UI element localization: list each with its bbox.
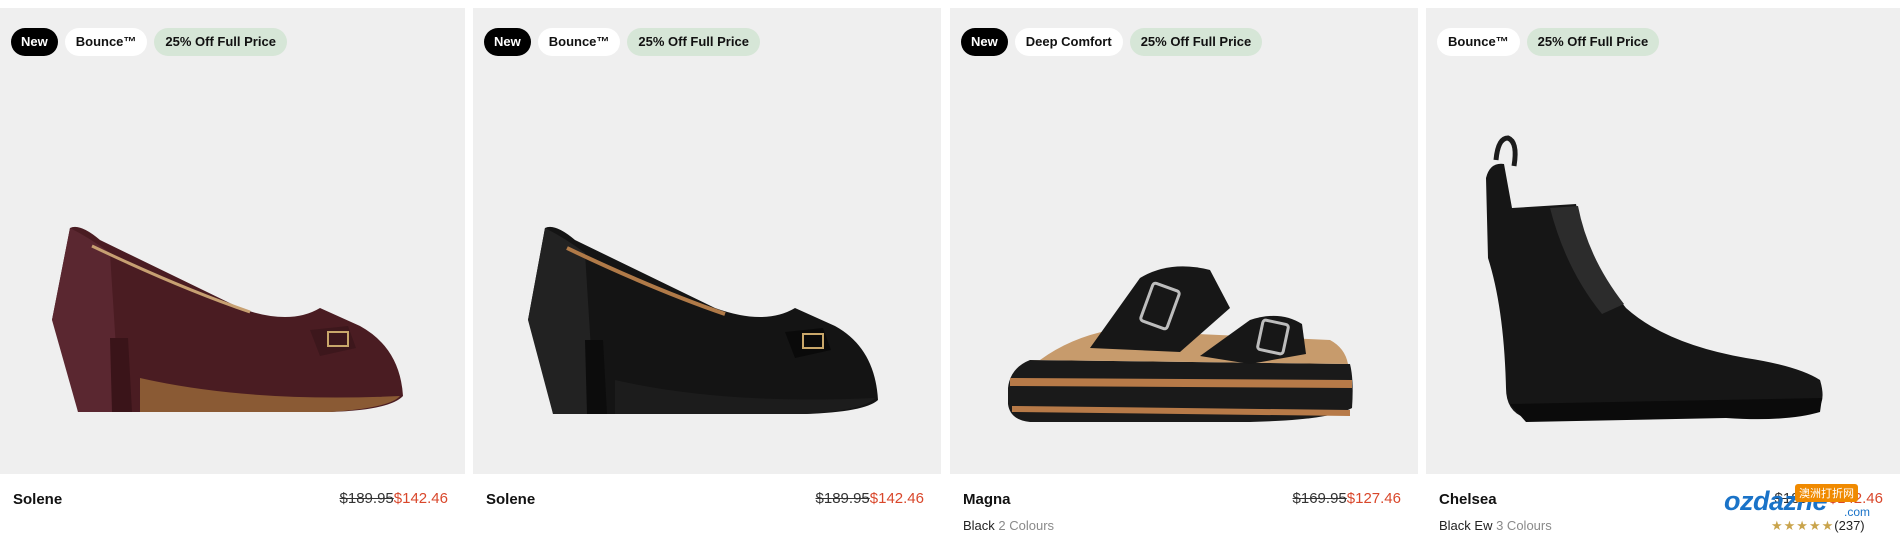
- product-card[interactable]: Bounce™ 25% Off Full Price Chelsea $189.…: [1426, 0, 1900, 537]
- original-price: $189.95: [339, 490, 394, 507]
- feature-badge: Bounce™: [1437, 28, 1520, 56]
- product-name[interactable]: Solene: [13, 491, 62, 508]
- colour-name: Black: [963, 518, 995, 533]
- original-price: $169.95: [1292, 490, 1347, 507]
- black-pump-image: [528, 226, 878, 414]
- burgundy-pump-image: [52, 226, 403, 412]
- sale-price: $127.46: [1346, 490, 1401, 507]
- product-card[interactable]: New Deep Comfort 25% Off Full Price Magn…: [950, 0, 1418, 537]
- badge-row: New Bounce™ 25% Off Full Price: [484, 28, 760, 56]
- product-card[interactable]: New Bounce™ 25% Off Full Price Solene $1…: [473, 0, 941, 537]
- colour-count[interactable]: 2 Colours: [998, 518, 1054, 533]
- sale-badge: 25% Off Full Price: [1526, 28, 1660, 56]
- product-name[interactable]: Chelsea: [1439, 491, 1497, 508]
- badge-row: Bounce™ 25% Off Full Price: [1437, 28, 1660, 56]
- product-image[interactable]: New Bounce™ 25% Off Full Price: [473, 8, 941, 474]
- black-sandal-image: [1008, 266, 1353, 422]
- watermark-domain: .com: [1844, 505, 1871, 519]
- feature-badge: Bounce™: [64, 28, 148, 56]
- badge-row: New Bounce™ 25% Off Full Price: [11, 28, 287, 56]
- badge-row: New Deep Comfort 25% Off Full Price: [961, 28, 1263, 56]
- price: $189.95$142.46: [816, 490, 924, 507]
- feature-badge: Deep Comfort: [1014, 28, 1123, 56]
- product-grid: New Bounce™ 25% Off Full Price Solene $1…: [0, 0, 1900, 537]
- price: $189.95$142.46: [340, 490, 448, 507]
- product-name[interactable]: Solene: [486, 491, 535, 508]
- colour-info: Black 2 Colours: [963, 518, 1054, 533]
- colour-info: Black Ew 3 Colours: [1439, 518, 1552, 533]
- sale-price: $142.46: [393, 490, 448, 507]
- feature-badge: Bounce™: [537, 28, 621, 56]
- sale-badge: 25% Off Full Price: [627, 28, 760, 56]
- new-badge: New: [484, 28, 531, 56]
- product-image[interactable]: Bounce™ 25% Off Full Price: [1426, 8, 1900, 474]
- sale-price: $142.46: [869, 490, 924, 507]
- chelsea-boot-image: [1486, 135, 1823, 422]
- product-name[interactable]: Magna: [963, 491, 1011, 508]
- price: $169.95$127.46: [1293, 490, 1401, 507]
- sale-badge: 25% Off Full Price: [154, 28, 287, 56]
- product-image[interactable]: New Deep Comfort 25% Off Full Price: [950, 8, 1418, 474]
- sale-badge: 25% Off Full Price: [1129, 28, 1263, 56]
- colour-name: Black Ew: [1439, 518, 1493, 533]
- watermark-logo: ozdazhe 澳洲打折网 .com: [1712, 484, 1892, 534]
- new-badge: New: [11, 28, 58, 56]
- watermark-chinese-text: 澳洲打折网: [1795, 484, 1858, 502]
- new-badge: New: [961, 28, 1008, 56]
- original-price: $189.95: [815, 490, 870, 507]
- product-image[interactable]: New Bounce™ 25% Off Full Price: [0, 8, 465, 474]
- colour-count[interactable]: 3 Colours: [1496, 518, 1552, 533]
- product-card[interactable]: New Bounce™ 25% Off Full Price Solene $1…: [0, 0, 465, 537]
